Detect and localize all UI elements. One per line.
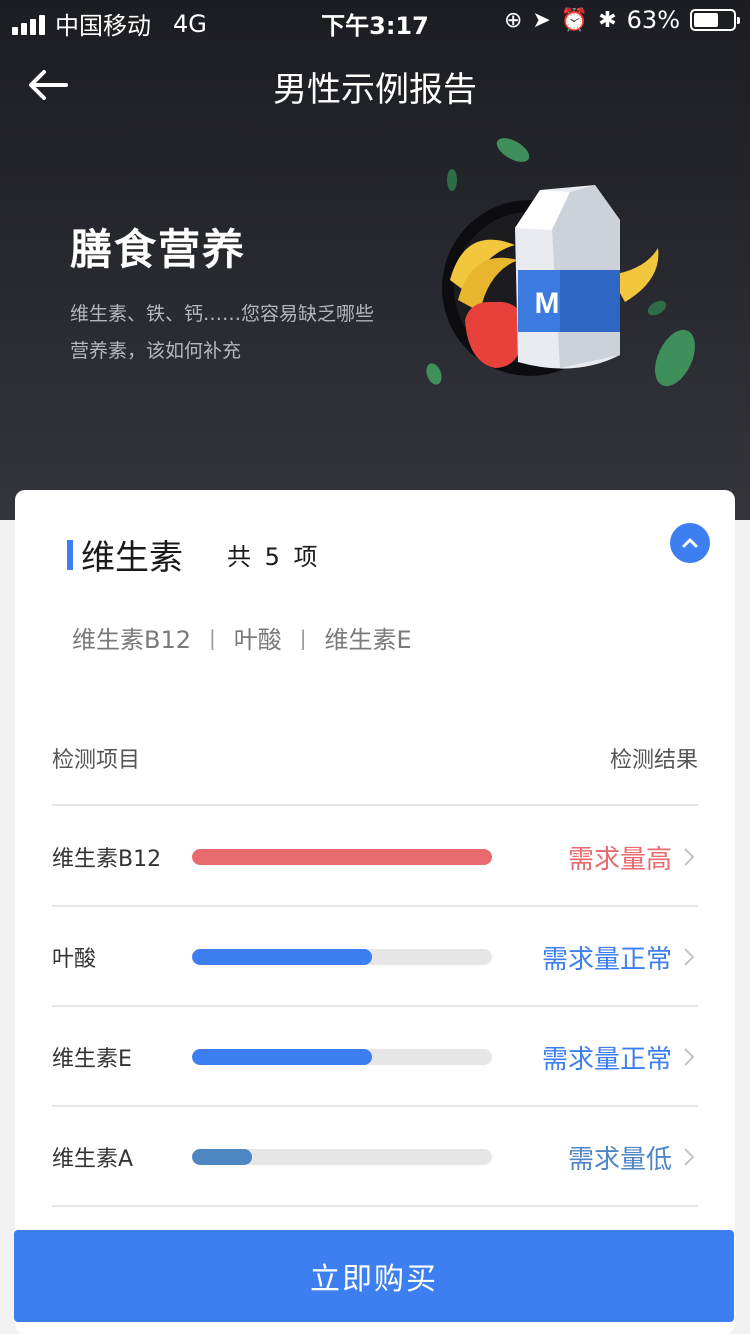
leaf-decoration [447,169,457,191]
chevron-up-icon [682,538,698,548]
header-result: 检测结果 [609,748,698,773]
row-result: 需求量高 [567,844,672,875]
tag-item[interactable]: 维生素E [325,620,412,655]
level-bar [192,849,492,865]
section-accent-bar [67,540,73,570]
collapse-button[interactable] [670,523,710,563]
row-name: 叶酸 [52,947,97,972]
row-result: 需求量低 [567,1144,672,1175]
table-header: 检测项目 检测结果 [52,742,698,774]
chevron-right-icon [684,948,695,966]
tag-separator: | [299,625,307,650]
battery-percent: 63% [626,6,680,34]
divider [52,804,698,806]
page-title: 男性示例报告 [273,70,477,110]
buy-now-button[interactable]: 立即购买 [14,1230,734,1322]
hero-title: 膳食营养 [70,225,247,274]
leaf-decoration [426,363,442,385]
bluetooth-icon: ✱ [598,7,617,33]
row-name: 维生素A [52,1147,134,1172]
rotation-lock-icon: ⊕ [503,7,523,33]
location-icon: ➤ [532,7,551,33]
tag-item[interactable]: 叶酸 [234,620,282,655]
tag-separator: | [209,625,216,650]
chevron-right-icon [684,1048,695,1066]
table-row[interactable]: 叶酸 需求量正常 [52,907,698,1007]
table-row[interactable]: 维生素E 需求量正常 [52,1007,698,1107]
hero-banner: 中国移动 4G 下午3:17 ⊕ ➤ ⏰ ✱ 63% 男性示例报告 膳食营养 维… [0,0,750,520]
hero-description: 维生素、铁、钙……您容易缺乏哪些营养素，该如何补充 [70,303,375,362]
leaf-decoration [647,300,667,316]
section-title: 维生素 [81,538,183,578]
section-count: 共 5 项 [227,543,321,571]
level-bar [192,949,492,965]
milk-letter: M [535,287,560,320]
table-row[interactable]: 维生素B12 需求量高 [52,807,698,907]
divider [52,1205,698,1207]
nutrition-illustration: M [426,138,695,387]
leaf-decoration [496,138,530,162]
highlight-tags: 维生素B12 | 叶酸 | 维生素E [72,620,412,655]
leaf-decoration [655,329,695,387]
alarm-icon: ⏰ [560,7,589,33]
level-bar [192,1049,492,1065]
table-row[interactable]: 维生素A 需求量低 [52,1107,698,1207]
row-result: 需求量正常 [541,1044,672,1075]
status-bar: 中国移动 4G 下午3:17 ⊕ ➤ ⏰ ✱ 63% [0,0,750,40]
nav-bar: 男性示例报告 [0,44,750,128]
chevron-right-icon [684,848,695,866]
header-item: 检测项目 [52,748,141,773]
level-bar [192,1149,492,1165]
chevron-right-icon [684,1148,695,1166]
row-result: 需求量正常 [541,944,672,975]
row-name: 维生素B12 [52,847,162,872]
tag-item[interactable]: 维生素B12 [72,620,191,655]
battery-icon [690,9,740,31]
vitamin-card: 维生素 共 5 项 维生素B12 | 叶酸 | 维生素E 检测项目 检测结果 维… [15,490,735,1334]
row-name: 维生素E [52,1047,132,1072]
